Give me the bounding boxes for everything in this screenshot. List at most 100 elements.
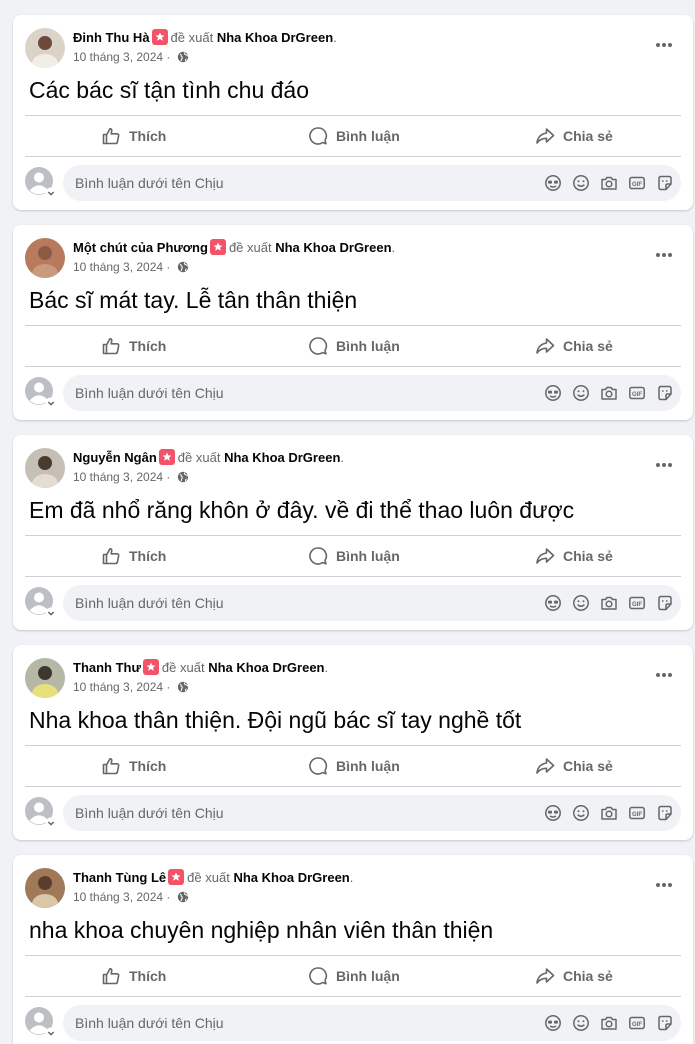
gif-icon[interactable]: GIF	[627, 383, 647, 403]
sticker-emoji-icon[interactable]	[543, 1013, 563, 1033]
author-name[interactable]: Thanh Tùng Lê	[73, 870, 166, 885]
share-button[interactable]: Chia sẻ	[535, 536, 613, 576]
like-button[interactable]: Thích	[101, 116, 166, 156]
action-bar: Thích Bình luận Chia sẻ	[25, 535, 681, 577]
sticker-icon[interactable]	[655, 383, 675, 403]
page-name-link[interactable]: Nha Khoa DrGreen	[217, 30, 333, 45]
page-name-link[interactable]: Nha Khoa DrGreen	[275, 240, 391, 255]
period: .	[340, 450, 345, 465]
comment-composer: Bình luận dưới tên Chịu GIF	[25, 375, 681, 411]
like-label: Thích	[129, 758, 167, 774]
camera-icon[interactable]	[599, 383, 619, 403]
comment-composer: Bình luận dưới tên Chịu GIF	[25, 795, 681, 831]
emoji-icon[interactable]	[571, 1013, 591, 1033]
author-name[interactable]: Một chút của Phương	[73, 240, 208, 255]
comment-placeholder: Bình luận dưới tên Chịu	[75, 1015, 224, 1031]
post-date[interactable]: 10 tháng 3, 2024	[73, 470, 163, 484]
comment-tools: GIF	[535, 383, 675, 403]
post-date[interactable]: 10 tháng 3, 2024	[73, 680, 163, 694]
share-button[interactable]: Chia sẻ	[535, 956, 613, 996]
more-options-icon[interactable]	[649, 873, 679, 897]
more-options-icon[interactable]	[649, 453, 679, 477]
avatar-icon[interactable]	[25, 1007, 57, 1039]
avatar-icon[interactable]	[25, 167, 57, 199]
share-button[interactable]: Chia sẻ	[535, 746, 613, 786]
author-avatar[interactable]	[25, 448, 65, 488]
gif-icon[interactable]: GIF	[627, 803, 647, 823]
comment-button[interactable]: Bình luận	[308, 326, 400, 366]
author-line: Thanh Tùng Lê đề xuất Nha Khoa DrGreen.	[73, 869, 353, 886]
author-name[interactable]: Thanh Thư	[73, 660, 141, 675]
post-date[interactable]: 10 tháng 3, 2024	[73, 890, 163, 904]
page-name-link[interactable]: Nha Khoa DrGreen	[224, 450, 340, 465]
comment-label: Bình luận	[336, 128, 400, 144]
like-button[interactable]: Thích	[101, 746, 166, 786]
camera-icon[interactable]	[599, 173, 619, 193]
sticker-emoji-icon[interactable]	[543, 173, 563, 193]
like-button[interactable]: Thích	[101, 956, 166, 996]
author-name[interactable]: Nguyễn Ngân	[73, 450, 157, 465]
sticker-icon[interactable]	[655, 593, 675, 613]
sticker-emoji-icon[interactable]	[543, 803, 563, 823]
svg-text:GIF: GIF	[632, 602, 642, 608]
author-avatar[interactable]	[25, 238, 65, 278]
globe-icon	[177, 681, 189, 697]
comment-button[interactable]: Bình luận	[308, 746, 400, 786]
emoji-icon[interactable]	[571, 173, 591, 193]
post-meta: 10 tháng 3, 2024 ·	[73, 259, 189, 277]
avatar-icon[interactable]	[25, 587, 57, 619]
author-avatar[interactable]	[25, 658, 65, 698]
sticker-icon[interactable]	[655, 1013, 675, 1033]
comment-placeholder: Bình luận dưới tên Chịu	[75, 175, 224, 191]
more-options-icon[interactable]	[649, 243, 679, 267]
comment-button[interactable]: Bình luận	[308, 116, 400, 156]
like-icon	[102, 337, 120, 355]
sticker-emoji-icon[interactable]	[543, 593, 563, 613]
comment-tools: GIF	[535, 1013, 675, 1033]
camera-icon[interactable]	[599, 593, 619, 613]
author-avatar[interactable]	[25, 28, 65, 68]
gif-icon[interactable]: GIF	[627, 1013, 647, 1033]
post-date[interactable]: 10 tháng 3, 2024	[73, 50, 163, 64]
emoji-icon[interactable]	[571, 593, 591, 613]
share-label: Chia sẻ	[563, 338, 613, 354]
share-button[interactable]: Chia sẻ	[535, 326, 613, 366]
page-name-link[interactable]: Nha Khoa DrGreen	[208, 660, 324, 675]
comment-input[interactable]: Bình luận dưới tên Chịu GIF	[63, 795, 681, 831]
like-button[interactable]: Thích	[101, 326, 166, 366]
more-options-icon[interactable]	[649, 663, 679, 687]
emoji-icon[interactable]	[571, 803, 591, 823]
page-name-link[interactable]: Nha Khoa DrGreen	[233, 870, 349, 885]
post-date[interactable]: 10 tháng 3, 2024	[73, 260, 163, 274]
comment-tools: GIF	[535, 173, 675, 193]
comment-input[interactable]: Bình luận dưới tên Chịu GIF	[63, 585, 681, 621]
author-name[interactable]: Đinh Thu Hà	[73, 30, 150, 45]
comment-button[interactable]: Bình luận	[308, 956, 400, 996]
comment-input[interactable]: Bình luận dưới tên Chịu GIF	[63, 165, 681, 201]
more-options-icon[interactable]	[649, 33, 679, 57]
gif-icon[interactable]: GIF	[627, 593, 647, 613]
review-post: Nguyễn Ngân đề xuất Nha Khoa DrGreen. 10 …	[13, 435, 693, 630]
action-bar: Thích Bình luận Chia sẻ	[25, 745, 681, 787]
emoji-icon[interactable]	[571, 383, 591, 403]
comment-button[interactable]: Bình luận	[308, 536, 400, 576]
recommend-icon	[142, 659, 159, 675]
review-post: Đinh Thu Hà đề xuất Nha Khoa DrGreen. 10 …	[13, 15, 693, 210]
comment-input[interactable]: Bình luận dưới tên Chịu GIF	[63, 1005, 681, 1041]
post-text: Các bác sĩ tận tình chu đáo	[29, 77, 310, 103]
camera-icon[interactable]	[599, 1013, 619, 1033]
sticker-icon[interactable]	[655, 803, 675, 823]
gif-icon[interactable]: GIF	[627, 173, 647, 193]
review-post: Thanh Thư đề xuất Nha Khoa DrGreen. 10 th…	[13, 645, 693, 840]
post-meta: 10 tháng 3, 2024 ·	[73, 889, 189, 907]
author-avatar[interactable]	[25, 868, 65, 908]
sticker-icon[interactable]	[655, 173, 675, 193]
share-button[interactable]: Chia sẻ	[535, 116, 613, 156]
like-button[interactable]: Thích	[101, 536, 166, 576]
avatar-icon[interactable]	[25, 797, 57, 829]
avatar-icon[interactable]	[25, 377, 57, 409]
sticker-emoji-icon[interactable]	[543, 383, 563, 403]
camera-icon[interactable]	[599, 803, 619, 823]
comment-input[interactable]: Bình luận dưới tên Chịu GIF	[63, 375, 681, 411]
author-line: Một chút của Phương đề xuất Nha Khoa DrGr…	[73, 239, 395, 256]
